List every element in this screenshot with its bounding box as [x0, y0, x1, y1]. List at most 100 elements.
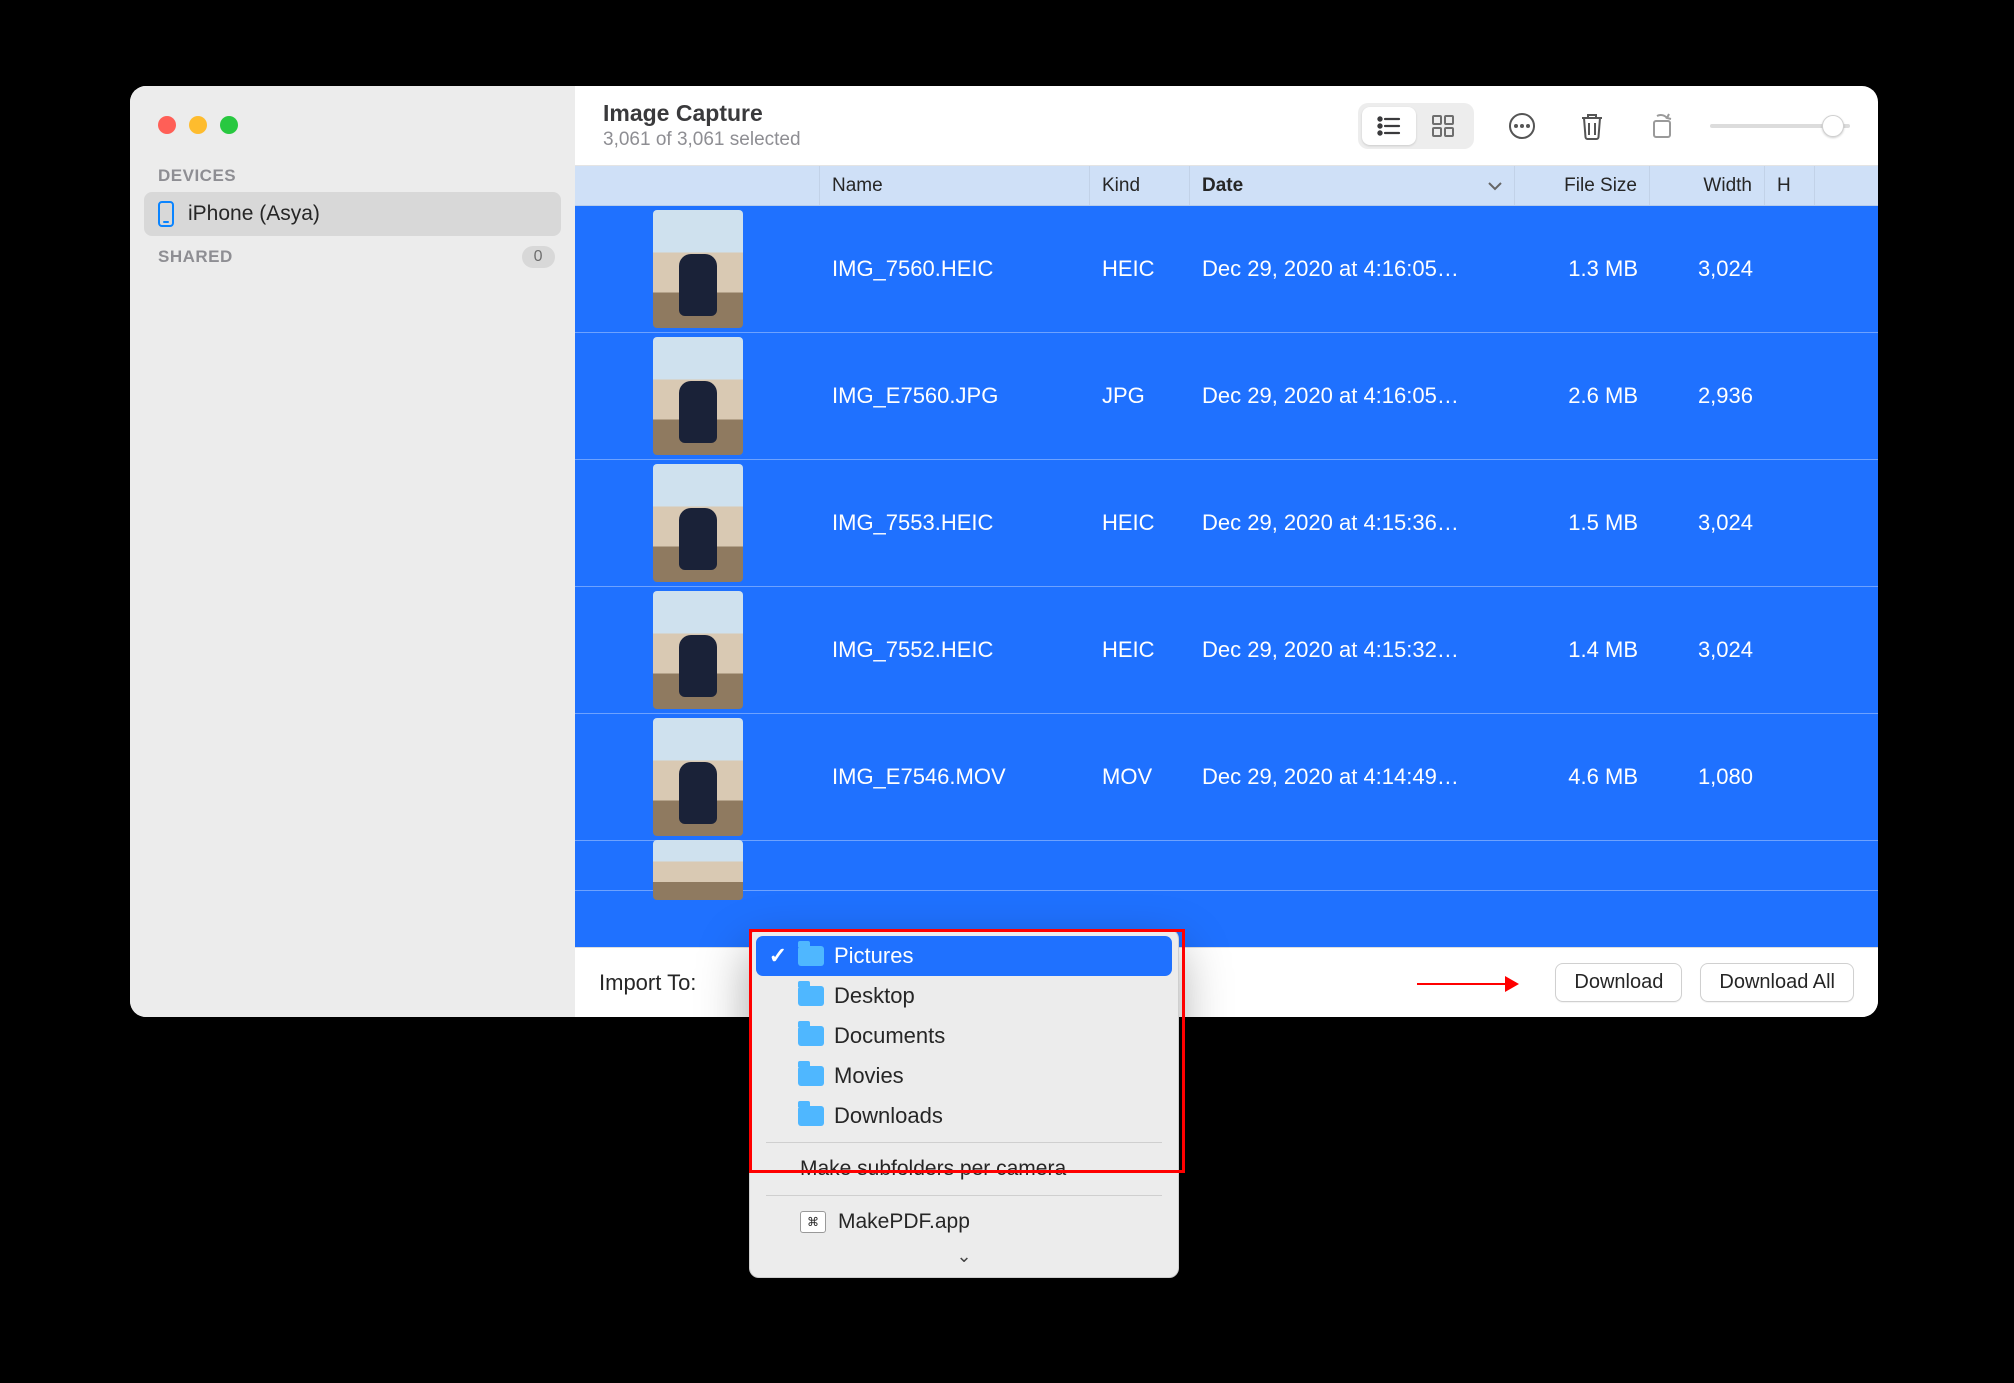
sidebar-heading-shared: SHARED 0 [130, 236, 575, 274]
ellipsis-circle-icon [1508, 112, 1536, 140]
cell-date: Dec 29, 2020 at 4:16:05… [1190, 256, 1515, 282]
table-row[interactable]: IMG_7552.HEICHEICDec 29, 2020 at 4:15:32… [575, 587, 1878, 714]
toolbar-controls [1358, 103, 1850, 149]
view-mode-segmented [1358, 103, 1474, 149]
thumbnail [653, 210, 743, 328]
folder-icon [798, 986, 824, 1006]
minimize-icon[interactable] [189, 116, 207, 134]
col-width[interactable]: Width [1650, 166, 1765, 205]
folder-icon [798, 1066, 824, 1086]
cell-size: 4.6 MB [1515, 764, 1650, 790]
app-icon: ⌘ [800, 1211, 826, 1233]
sidebar-item-device[interactable]: iPhone (Asya) [144, 192, 561, 236]
dropdown-item-label: Downloads [834, 1103, 943, 1129]
rotate-button[interactable] [1640, 106, 1684, 146]
cell-kind: JPG [1090, 383, 1190, 409]
col-filesize[interactable]: File Size [1515, 166, 1650, 205]
table-row[interactable]: IMG_7553.HEICHEICDec 29, 2020 at 4:15:36… [575, 460, 1878, 587]
cell-name: IMG_7552.HEIC [820, 637, 1090, 663]
list-icon [1377, 116, 1401, 136]
folder-icon [798, 946, 824, 966]
sidebar-heading-devices: DEVICES [130, 156, 575, 192]
dropdown-item-documents[interactable]: Documents [756, 1016, 1172, 1056]
dropdown-item-pictures[interactable]: ✓Pictures [756, 936, 1172, 976]
grid-icon [1432, 115, 1454, 137]
cell-width: 3,024 [1650, 510, 1765, 536]
sidebar-shared-label: SHARED [158, 247, 233, 267]
zoom-thumb[interactable] [1822, 115, 1844, 137]
cell-size: 1.4 MB [1515, 637, 1650, 663]
thumbnail [653, 464, 743, 582]
folder-icon [798, 1026, 824, 1046]
col-kind[interactable]: Kind [1090, 166, 1190, 205]
dropdown-item-label: Documents [834, 1023, 945, 1049]
delete-button[interactable] [1570, 106, 1614, 146]
cell-size: 2.6 MB [1515, 383, 1650, 409]
thumbnail [653, 718, 743, 836]
dropdown-item-movies[interactable]: Movies [756, 1056, 1172, 1096]
dropdown-item-label: Desktop [834, 983, 915, 1009]
table-row[interactable]: IMG_7560.HEICHEICDec 29, 2020 at 4:16:05… [575, 206, 1878, 333]
cell-date: Dec 29, 2020 at 4:15:36… [1190, 510, 1515, 536]
window-controls [130, 110, 575, 156]
dropdown-item-label: Pictures [834, 943, 913, 969]
cell-name: IMG_7560.HEIC [820, 256, 1090, 282]
table-row[interactable]: IMG_E7560.JPGJPGDec 29, 2020 at 4:16:05…… [575, 333, 1878, 460]
cell-width: 1,080 [1650, 764, 1765, 790]
cell-width: 3,024 [1650, 637, 1765, 663]
cell-kind: HEIC [1090, 256, 1190, 282]
column-header: Name Kind Date File Size Width H [575, 166, 1878, 206]
dropdown-item-label: Movies [834, 1063, 904, 1089]
cell-width: 2,936 [1650, 383, 1765, 409]
zoom-track[interactable] [1710, 124, 1850, 128]
chevron-down-icon[interactable]: ⌄ [756, 1242, 1172, 1267]
cell-kind: HEIC [1090, 637, 1190, 663]
dropdown-separator [766, 1142, 1162, 1143]
thumbnail [653, 591, 743, 709]
close-icon[interactable] [158, 116, 176, 134]
more-options-button[interactable] [1500, 106, 1544, 146]
download-button[interactable]: Download [1555, 963, 1682, 1002]
import-to-label: Import To: [599, 970, 696, 996]
rotate-icon [1647, 112, 1677, 140]
dropdown-separator [766, 1195, 1162, 1196]
thumbnail [653, 840, 743, 900]
phone-icon [158, 201, 174, 227]
dropdown-item-downloads[interactable]: Downloads [756, 1096, 1172, 1136]
cell-date: Dec 29, 2020 at 4:14:49… [1190, 764, 1515, 790]
dropdown-item-desktop[interactable]: Desktop [756, 976, 1172, 1016]
import-to-dropdown[interactable]: ✓Pictures Desktop Documents Movies Downloads… [749, 929, 1179, 1278]
zoom-slider[interactable] [1710, 124, 1850, 128]
download-all-button[interactable]: Download All [1700, 963, 1854, 1002]
cell-date: Dec 29, 2020 at 4:15:32… [1190, 637, 1515, 663]
file-list[interactable]: IMG_7560.HEICHEICDec 29, 2020 at 4:16:05… [575, 206, 1878, 947]
cell-kind: MOV [1090, 764, 1190, 790]
thumbnail [653, 337, 743, 455]
folder-icon [798, 1106, 824, 1126]
col-date[interactable]: Date [1190, 166, 1515, 205]
sidebar-device-label: iPhone (Asya) [188, 202, 320, 226]
col-height[interactable]: H [1765, 166, 1815, 205]
col-thumbnail[interactable] [575, 166, 820, 205]
dropdown-app-label: MakePDF.app [838, 1210, 970, 1234]
cell-kind: HEIC [1090, 510, 1190, 536]
list-view-button[interactable] [1362, 107, 1416, 145]
chevron-down-icon [1488, 181, 1502, 191]
grid-view-button[interactable] [1416, 107, 1470, 145]
title-block: Image Capture 3,061 of 3,061 selected [603, 99, 801, 152]
table-row[interactable] [575, 841, 1878, 891]
dropdown-subfolders-option[interactable]: Make subfolders per camera [756, 1149, 1172, 1189]
sidebar: DEVICES iPhone (Asya) SHARED 0 [130, 86, 575, 1017]
cell-width: 3,024 [1650, 256, 1765, 282]
dropdown-app-option[interactable]: ⌘ MakePDF.app [756, 1202, 1172, 1242]
cell-date: Dec 29, 2020 at 4:16:05… [1190, 383, 1515, 409]
cell-size: 1.3 MB [1515, 256, 1650, 282]
cell-name: IMG_7553.HEIC [820, 510, 1090, 536]
trash-icon [1579, 111, 1605, 141]
shared-count-badge: 0 [522, 246, 555, 268]
table-row[interactable]: IMG_E7546.MOVMOVDec 29, 2020 at 4:14:49…… [575, 714, 1878, 841]
maximize-icon[interactable] [220, 116, 238, 134]
col-name[interactable]: Name [820, 166, 1090, 205]
main-panel: Image Capture 3,061 of 3,061 selected [575, 86, 1878, 1017]
cell-name: IMG_E7546.MOV [820, 764, 1090, 790]
